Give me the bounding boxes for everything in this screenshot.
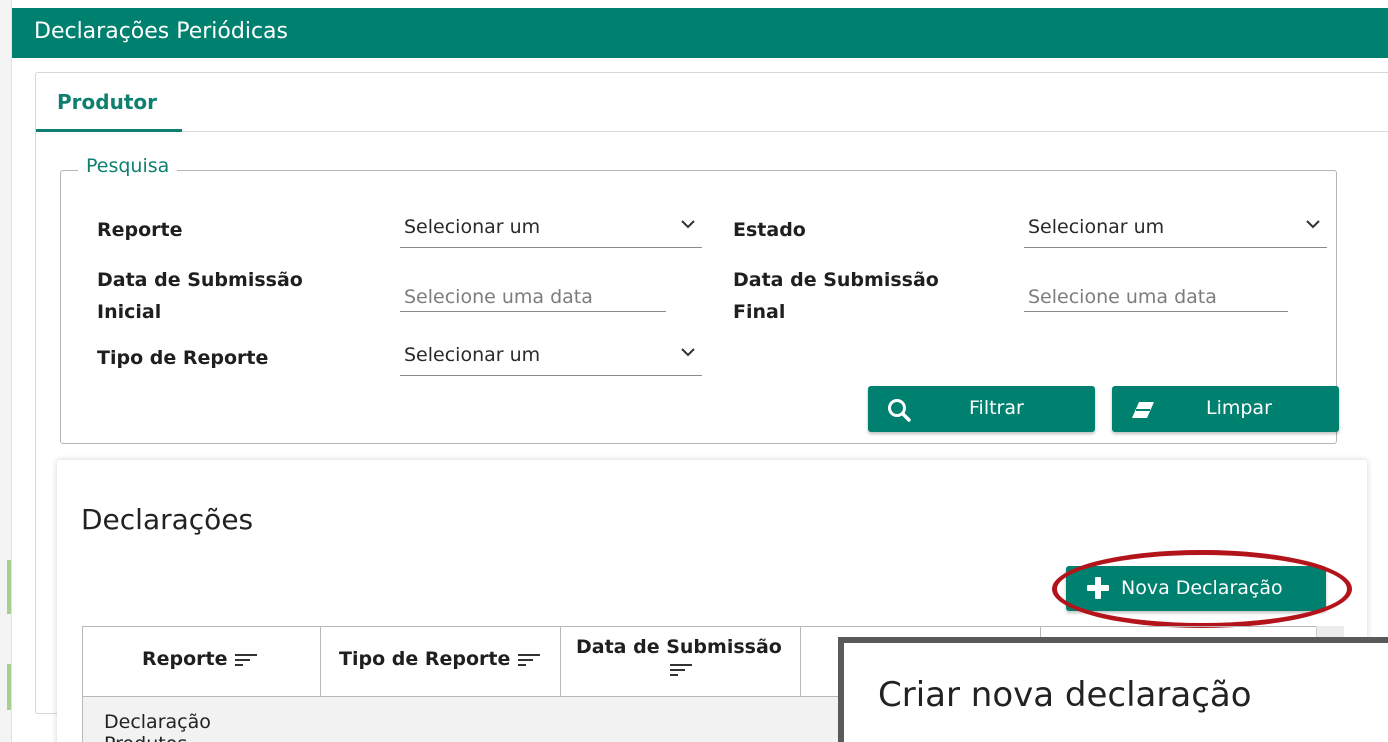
- data-final-label-line1: Data de Submissão: [733, 269, 939, 291]
- declaracoes-title: Declarações: [81, 503, 254, 536]
- tipo-reporte-select-value: Selecionar um: [404, 344, 541, 366]
- column-header-label: Data de Submissão: [576, 636, 782, 658]
- filter-button[interactable]: Filtrar: [868, 386, 1095, 432]
- reporte-select-value: Selecionar um: [404, 216, 541, 238]
- sort-icon[interactable]: [517, 652, 541, 668]
- search-icon: [888, 399, 911, 422]
- chevron-down-icon: [1306, 220, 1320, 229]
- clear-button-label: Limpar: [1206, 397, 1272, 419]
- estado-select[interactable]: Selecionar um: [1024, 210, 1327, 248]
- left-edge-marker: [7, 560, 11, 614]
- left-edge-marker: [7, 664, 11, 710]
- estado-label: Estado: [733, 219, 806, 241]
- column-header-tipo-reporte[interactable]: Tipo de Reporte: [321, 626, 561, 696]
- chevron-down-icon: [681, 220, 695, 229]
- data-inicial-input[interactable]: Selecione uma data: [400, 274, 666, 312]
- search-legend: Pesquisa: [78, 155, 178, 177]
- clear-button[interactable]: Limpar: [1112, 386, 1339, 432]
- reporte-select[interactable]: Selecionar um: [400, 210, 702, 248]
- cell-line: Produtos: [104, 733, 211, 742]
- chevron-down-icon: [681, 348, 695, 357]
- data-final-input[interactable]: Selecione uma data: [1024, 274, 1288, 312]
- reporte-label: Reporte: [97, 219, 183, 241]
- data-final-label-line2: Final: [733, 301, 786, 323]
- column-header-label: Reporte: [142, 648, 258, 670]
- tipo-reporte-label: Tipo de Reporte: [97, 347, 269, 369]
- data-inicial-label: Data de Submissão Inicial: [97, 264, 303, 328]
- table-cell-reporte: Declaração Produtos: [104, 711, 211, 742]
- data-inicial-label-line2: Inicial: [97, 301, 162, 323]
- data-final-label: Data de Submissão Final: [733, 264, 939, 328]
- column-header-data-submissao[interactable]: Data de Submissão: [561, 626, 801, 696]
- column-header-label: Tipo de Reporte: [339, 648, 541, 670]
- data-inicial-label-line1: Data de Submissão: [97, 269, 303, 291]
- filter-button-label: Filtrar: [969, 397, 1024, 419]
- sort-icon[interactable]: [234, 652, 258, 668]
- dialog-title: Criar nova declaração: [878, 675, 1252, 715]
- data-inicial-placeholder: Selecione uma data: [404, 286, 593, 308]
- cell-line: Declaração: [104, 711, 211, 733]
- column-header-reporte[interactable]: Reporte: [83, 626, 321, 696]
- highlight-annotation: [1052, 550, 1352, 628]
- page-title: Declarações Periódicas: [34, 19, 288, 44]
- tab-label: Produtor: [57, 90, 157, 114]
- tipo-reporte-select[interactable]: Selecionar um: [400, 338, 702, 376]
- sort-icon[interactable]: [669, 662, 693, 678]
- estado-select-value: Selecionar um: [1028, 216, 1165, 238]
- tab-produtor[interactable]: Produtor: [36, 84, 182, 132]
- data-final-placeholder: Selecione uma data: [1028, 286, 1217, 308]
- eraser-icon: [1132, 402, 1154, 418]
- page-header: Declarações Periódicas: [12, 8, 1388, 58]
- left-edge-strip: [0, 0, 12, 742]
- tab-divider: [182, 131, 1388, 132]
